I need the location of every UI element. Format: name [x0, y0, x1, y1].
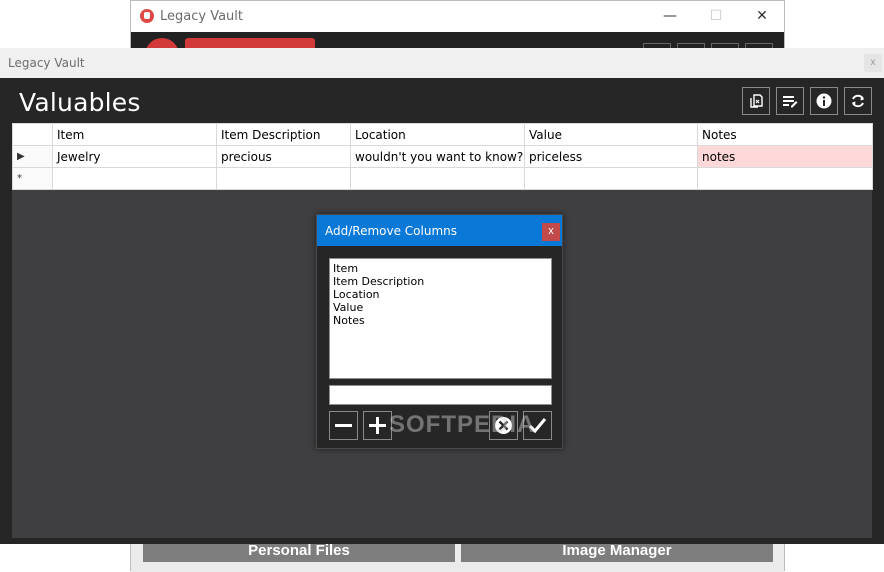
cell-location[interactable]: wouldn't you want to know? — [350, 145, 525, 168]
add-column-button[interactable] — [363, 411, 392, 440]
page-title: Valuables — [19, 88, 141, 117]
column-header-location[interactable]: Location — [350, 123, 525, 146]
copy-document-button[interactable] — [742, 87, 770, 115]
cell-item[interactable]: Jewelry — [52, 145, 217, 168]
list-item[interactable]: Value — [333, 301, 548, 314]
columns-listbox[interactable]: Item Item Description Location Value Not… — [329, 258, 552, 379]
window-close-button[interactable]: x — [864, 54, 882, 72]
image-manager-button[interactable]: Image Manager — [461, 542, 773, 562]
info-button[interactable] — [810, 87, 838, 115]
remove-icon — [335, 424, 352, 427]
new-cell-item-description[interactable] — [216, 167, 351, 190]
watermark: SOFTPEDIA — [389, 411, 536, 438]
close-button[interactable]: ✕ — [739, 1, 785, 32]
minimize-button[interactable]: — — [647, 1, 693, 32]
row-header-corner — [12, 123, 53, 146]
refresh-button[interactable] — [844, 87, 872, 115]
new-cell-item[interactable] — [52, 167, 217, 190]
new-column-input[interactable] — [329, 385, 552, 405]
copy-document-icon — [750, 94, 763, 108]
cell-notes[interactable]: notes — [697, 145, 873, 168]
column-header-item-description[interactable]: Item Description — [216, 123, 351, 146]
column-header-notes[interactable]: Notes — [697, 123, 873, 146]
background-titlebar: Legacy Vault — ☐ ✕ — [131, 1, 784, 32]
list-item[interactable]: Location — [333, 288, 548, 301]
dialog-title: Add/Remove Columns — [325, 224, 457, 238]
cell-item-description[interactable]: precious — [216, 145, 351, 168]
list-item[interactable]: Item Description — [333, 275, 548, 288]
remove-column-button[interactable] — [329, 411, 358, 440]
notes-edit-icon — [783, 96, 798, 108]
new-cell-notes[interactable] — [697, 167, 873, 190]
window-title: Legacy Vault — [8, 56, 85, 70]
list-item[interactable]: Item — [333, 262, 548, 275]
notes-edit-button[interactable] — [776, 87, 804, 115]
data-table: Item Item Description Location Value Not… — [12, 123, 873, 190]
background-window-title: Legacy Vault — [160, 9, 244, 24]
dialog-titlebar: Add/Remove Columns x — [317, 215, 562, 246]
personal-files-button[interactable]: Personal Files — [143, 542, 455, 562]
column-header-item[interactable]: Item — [52, 123, 217, 146]
new-table-row[interactable]: * — [12, 167, 873, 190]
table-header-row: Item Item Description Location Value Not… — [12, 123, 873, 146]
new-cell-value[interactable] — [524, 167, 698, 190]
dialog-close-button[interactable]: x — [542, 223, 560, 241]
window-titlebar: Legacy Vault x — [0, 48, 884, 78]
table-row[interactable]: ▶ Jewelry precious wouldn't you want to … — [12, 145, 873, 168]
app-lock-icon — [140, 9, 154, 23]
info-icon — [816, 93, 832, 109]
new-row-marker: * — [12, 167, 53, 190]
cell-value[interactable]: priceless — [524, 145, 698, 168]
row-selector-arrow-icon[interactable]: ▶ — [12, 145, 53, 168]
maximize-button[interactable]: ☐ — [693, 1, 739, 32]
add-icon — [369, 417, 386, 434]
list-item[interactable]: Notes — [333, 314, 548, 327]
new-cell-location[interactable] — [350, 167, 525, 190]
column-header-value[interactable]: Value — [524, 123, 698, 146]
refresh-icon — [852, 94, 864, 108]
